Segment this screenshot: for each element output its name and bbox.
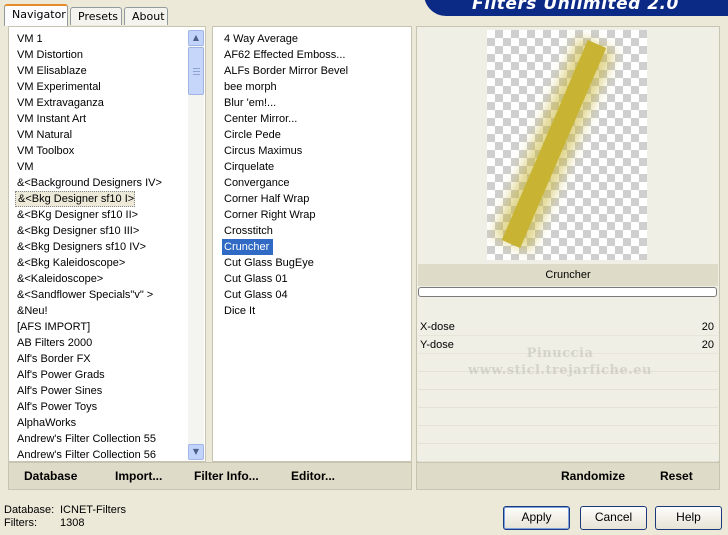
left-button-bar: Database Import... Filter Info... Editor… [8,462,412,490]
filter-list-panel: 4 Way Average AF62 Effected Emboss... ALFs… [212,26,412,462]
category-item[interactable]: VM 1 [15,31,189,47]
reset-button[interactable]: Reset [660,469,693,483]
param-row-empty [418,409,718,426]
category-item[interactable]: VM Elisablaze [15,63,189,79]
database-value: ICNET-Filters [60,504,126,516]
preview-image [492,36,616,252]
status-area: Database: ICNET-Filters Filters: 1308 [4,504,126,530]
filter-item[interactable]: Blur 'em!... [222,95,402,111]
category-item[interactable]: Alf's Power Sines [15,383,189,399]
category-item[interactable]: AB Filters 2000 [15,335,189,351]
import-button[interactable]: Import... [115,469,162,483]
param-row-empty [418,391,718,408]
category-item[interactable]: VM Experimental [15,79,189,95]
randomize-button[interactable]: Randomize [561,469,625,483]
filter-item[interactable]: Corner Half Wrap [222,191,402,207]
tab-about[interactable]: About [124,7,168,25]
scroll-thumb[interactable] [188,47,204,95]
category-item[interactable]: &<Bkg Designer sf10 I> [15,191,136,207]
app-title-banner: Filters Unlimited 2.0 [424,0,728,16]
category-item[interactable]: &<Bkg Designers sf10 IV> [15,239,189,255]
category-item[interactable]: &<Kaleidoscope> [15,271,189,287]
filter-item[interactable]: 4 Way Average [222,31,402,47]
category-item[interactable]: [AFS IMPORT] [15,319,189,335]
filter-item[interactable]: Dice It [222,303,402,319]
category-item[interactable]: &<Sandflower Specials"v" > [15,287,189,303]
filter-item[interactable]: Circus Maximus [222,143,402,159]
category-item[interactable]: VM Toolbox [15,143,189,159]
progress-bar [418,287,717,297]
filter-item[interactable]: Cut Glass 01 [222,271,402,287]
watermark: Pinuccia www.sticl.trejarfiche.eu [460,345,660,379]
param-row-empty [418,427,718,444]
filter-item[interactable]: AF62 Effected Emboss... [222,47,402,63]
category-scrollbar[interactable]: ▲ ▼ [188,30,204,460]
category-item[interactable]: Alf's Power Toys [15,399,189,415]
filter-item[interactable]: Crosstitch [222,223,402,239]
filter-item[interactable]: ALFs Border Mirror Bevel [222,63,402,79]
category-item[interactable]: VM Extravaganza [15,95,189,111]
category-item[interactable]: &<BKg Designer sf10 II> [15,207,189,223]
database-button[interactable]: Database [24,469,77,483]
filters-label: Filters: [4,517,37,529]
filter-list: 4 Way Average AF62 Effected Emboss... ALFs… [222,31,402,319]
filter-item[interactable]: Cut Glass BugEye [222,255,402,271]
category-item[interactable]: VM Natural [15,127,189,143]
help-button[interactable]: Help [655,506,722,530]
category-list-panel: VM 1 VM Distortion VM Elisablaze VM Experim… [8,26,206,462]
scroll-up-button[interactable]: ▲ [188,30,204,46]
filters-count: 1308 [60,517,85,529]
filter-item[interactable]: Convergance [222,175,402,191]
category-item[interactable]: Alf's Border FX [15,351,189,367]
filter-item[interactable]: Cut Glass 04 [222,287,402,303]
filter-item[interactable]: bee morph [222,79,402,95]
category-item[interactable]: Andrew's Filter Collection 56 [15,447,189,463]
filter-item[interactable]: Cirquelate [222,159,402,175]
param-value[interactable]: 20 [702,319,714,335]
category-item[interactable]: AlphaWorks [15,415,189,431]
category-item[interactable]: VM [15,159,189,175]
filter-item[interactable]: Circle Pede [222,127,402,143]
selected-filter-name: Cruncher [418,264,718,286]
category-item[interactable]: Alf's Power Grads [15,367,189,383]
filter-info-button[interactable]: Filter Info... [194,469,259,483]
watermark-line: www.sticl.trejarfiche.eu [468,363,652,378]
param-row-empty [418,445,718,462]
category-item[interactable]: Andrew's Filter Collection 55 [15,431,189,447]
filter-item[interactable]: Corner Right Wrap [222,207,402,223]
scroll-down-button[interactable]: ▼ [188,444,204,460]
watermark-line: Pinuccia [526,346,594,361]
filter-item[interactable]: Center Mirror... [222,111,402,127]
param-label: Y-dose [420,339,454,351]
database-label: Database: [4,504,55,516]
tab-navigator[interactable]: Navigator [4,4,68,26]
app-title: Filters Unlimited 2.0 [472,0,679,14]
param-value[interactable]: 20 [702,337,714,353]
param-label: X-dose [420,321,455,333]
category-item[interactable]: &Neu! [15,303,189,319]
tab-presets[interactable]: Presets [70,7,122,25]
category-item[interactable]: &<Bkg Designer sf10 III> [15,223,189,239]
filter-item[interactable]: Cruncher [222,239,274,255]
right-button-bar: Randomize Reset [416,462,720,490]
apply-button[interactable]: Apply [503,506,570,530]
cancel-button[interactable]: Cancel [580,506,647,530]
category-item[interactable]: VM Instant Art [15,111,189,127]
category-item[interactable]: &<Background Designers IV> [15,175,189,191]
category-item[interactable]: VM Distortion [15,47,189,63]
category-list: VM 1 VM Distortion VM Elisablaze VM Experim… [15,31,189,463]
param-row-x-dose[interactable]: X-dose 20 [418,319,718,336]
category-item[interactable]: &<Bkg Kaleidoscope> [15,255,189,271]
editor-button[interactable]: Editor... [291,469,335,483]
